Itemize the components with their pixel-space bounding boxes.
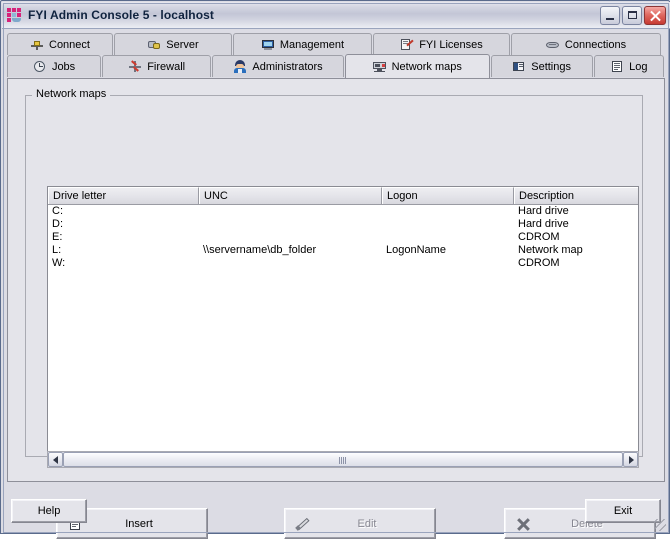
cell-unc: [199, 205, 382, 218]
network-maps-icon: [372, 60, 387, 73]
minimize-icon: [606, 18, 614, 20]
tab-row-secondary: Jobs Firewall Administrators Network map…: [7, 54, 665, 78]
tab-row-primary: Connect Server Management FYI Licenses C…: [7, 33, 665, 55]
maximize-icon: [628, 11, 637, 19]
column-header-logon[interactable]: Logon: [382, 187, 514, 204]
tab-firewall-label: Firewall: [147, 60, 186, 73]
connect-icon: [30, 38, 44, 51]
cell-drive-letter: W:: [52, 257, 66, 269]
cell-drive-letter: E:: [52, 231, 63, 243]
table-row[interactable]: C: Hard drive: [48, 205, 638, 218]
cell-drive-letter: C:: [52, 205, 63, 217]
cell-unc: [199, 231, 382, 244]
tab-settings-label: Settings: [531, 60, 571, 73]
jobs-icon: [33, 60, 47, 73]
tab-log-label: Log: [629, 60, 648, 73]
log-icon: [610, 60, 624, 73]
column-header-unc[interactable]: UNC: [199, 187, 382, 204]
cell-description: Hard drive: [518, 205, 569, 217]
application-window: FYI Admin Console 5 - localhost Connect …: [0, 0, 670, 539]
settings-icon: [512, 60, 526, 73]
table-row[interactable]: E: CDROM: [48, 231, 638, 244]
window-title: FYI Admin Console 5 - localhost: [28, 8, 215, 22]
help-button-label: Help: [37, 505, 61, 517]
tab-jobs[interactable]: Jobs: [7, 55, 102, 77]
scroll-left-button[interactable]: [48, 452, 63, 467]
tab-fyi-licenses[interactable]: FYI Licenses: [373, 33, 510, 55]
cell-logon: LogonName: [386, 244, 446, 256]
help-button[interactable]: Help: [11, 499, 87, 523]
tab-jobs-label: Jobs: [51, 60, 76, 73]
tab-management[interactable]: Management: [233, 33, 372, 55]
cell-description: CDROM: [518, 231, 560, 243]
table-row[interactable]: D: Hard drive: [48, 218, 638, 231]
license-icon: [400, 38, 414, 51]
list-body: C: Hard drive D: Hard drive E: CDROM L: …: [48, 205, 638, 451]
cell-description: Hard drive: [518, 218, 569, 230]
tab-management-label: Management: [279, 38, 345, 51]
tab-administrators-label: Administrators: [252, 60, 323, 73]
connections-icon: [545, 38, 560, 51]
firewall-icon: [128, 60, 142, 73]
cell-unc: [199, 257, 382, 270]
window-controls: [600, 6, 666, 25]
tab-network-maps-label: Network maps: [391, 60, 462, 73]
horizontal-scrollbar[interactable]: [47, 451, 639, 468]
tab-connect-label: Connect: [49, 38, 90, 51]
scroll-left-icon: [53, 456, 58, 464]
tab-connections-label: Connections: [564, 38, 627, 51]
cell-unc: \\servername\db_folder: [203, 244, 317, 256]
tab-fyi-licenses-label: FYI Licenses: [419, 38, 483, 51]
x-mark-icon: [515, 516, 531, 532]
cell-drive-letter: D:: [52, 218, 63, 230]
cell-drive-letter: L:: [52, 244, 62, 256]
minimize-button[interactable]: [600, 6, 620, 25]
list-header-row: Drive letter UNC Logon Description: [48, 187, 638, 205]
resize-grip-icon[interactable]: [654, 519, 666, 531]
cell-description: Network map: [518, 244, 583, 256]
management-icon: [261, 38, 275, 51]
table-row[interactable]: L: \\servername\db_folder LogonName Netw…: [48, 244, 638, 257]
cell-logon: [382, 218, 514, 231]
tab-connect[interactable]: Connect: [7, 33, 113, 55]
tab-settings[interactable]: Settings: [490, 55, 593, 77]
network-maps-list[interactable]: Drive letter UNC Logon Description C: Ha…: [47, 186, 639, 451]
exit-button[interactable]: Exit: [585, 499, 661, 523]
tab-connections[interactable]: Connections: [511, 33, 661, 55]
tab-server-label: Server: [166, 38, 199, 51]
tab-strip: Connect Server Management FYI Licenses C…: [7, 33, 665, 79]
edit-button[interactable]: Edit: [284, 508, 436, 539]
cell-logon: [382, 231, 514, 244]
server-icon: [147, 38, 161, 51]
table-row[interactable]: W: CDROM: [48, 257, 638, 270]
close-button[interactable]: [644, 6, 666, 25]
maximize-button[interactable]: [622, 6, 642, 25]
cell-description: CDROM: [518, 257, 560, 269]
app-grid-icon: [7, 7, 23, 23]
administrators-icon: [233, 60, 247, 73]
title-bar: FYI Admin Console 5 - localhost: [2, 2, 670, 29]
column-header-description[interactable]: Description: [514, 187, 638, 204]
tab-firewall[interactable]: Firewall: [102, 55, 212, 77]
scroll-right-button[interactable]: [623, 452, 638, 467]
tab-administrators[interactable]: Administrators: [212, 55, 344, 77]
scroll-right-icon: [629, 456, 634, 464]
scrollbar-track[interactable]: [63, 452, 623, 467]
cell-logon: [382, 205, 514, 218]
pencil-icon: [295, 516, 311, 532]
cell-unc: [199, 218, 382, 231]
column-header-drive-letter[interactable]: Drive letter: [48, 187, 199, 204]
tab-log[interactable]: Log: [593, 55, 664, 77]
tab-panel-network-maps: Network maps Drive letter UNC Logon Desc…: [7, 78, 665, 539]
scroll-thumb-grip-icon: [339, 457, 347, 464]
scrollbar-thumb[interactable]: [63, 452, 623, 467]
tab-network-maps[interactable]: Network maps: [344, 54, 490, 78]
exit-button-label: Exit: [613, 505, 633, 517]
tab-server[interactable]: Server: [114, 33, 232, 55]
cell-logon: [382, 257, 514, 270]
groupbox-title: Network maps: [32, 88, 111, 100]
